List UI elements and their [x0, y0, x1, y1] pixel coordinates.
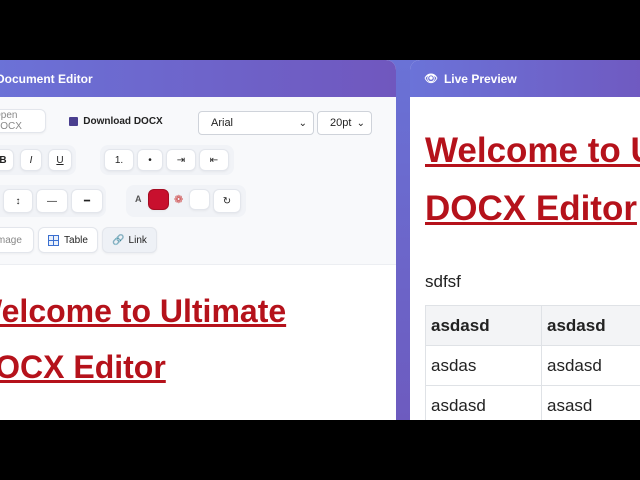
open-docx-button[interactable]: Open DOCX	[0, 109, 46, 133]
editor-toolbar: Open DOCX Download DOCX Arial ⌄ 20pt ⌄ B…	[0, 97, 396, 265]
preview-title: Live Preview	[443, 71, 517, 86]
preview-table: asdasd asdasd asdas asdasd asdasd asasd	[425, 305, 640, 426]
insert-image-button[interactable]: Image	[0, 227, 34, 253]
link-icon: 🔗	[112, 234, 125, 246]
text-color-label: A	[135, 194, 142, 204]
ordered-list-button[interactable]: 1.	[104, 149, 134, 171]
table-header-row: asdasd asdasd	[425, 305, 640, 346]
floppy-icon	[69, 116, 79, 126]
preview-paragraph: sdfsf	[425, 272, 461, 291]
insert-image-label: Image	[0, 234, 22, 246]
open-docx-label: Open DOCX	[0, 110, 22, 132]
table-header-cell: asdasd	[541, 305, 640, 346]
preview-heading-line2: DOCX Editor	[425, 189, 637, 228]
underline-label: U	[56, 154, 64, 166]
bullet-list-label: •	[148, 154, 152, 166]
editor-heading-line2: DOCX Editor	[0, 349, 166, 385]
table-row: asdas asdasd	[425, 345, 640, 386]
insert-table-button[interactable]: Table	[38, 227, 98, 253]
download-docx-label: Download DOCX	[83, 115, 163, 127]
hr-thick-button[interactable]: ━	[71, 189, 103, 213]
line-height-button[interactable]: ↕	[3, 189, 33, 213]
insert-table-label: Table	[64, 234, 88, 246]
hr-thin-button[interactable]: ―	[36, 189, 68, 213]
preview-heading: Welcome to Ultimate DOCX Editor	[425, 122, 640, 238]
ordered-list-label: 1.	[114, 154, 124, 166]
eye-icon: 👁	[424, 73, 438, 85]
font-size-value: 20pt	[330, 117, 352, 129]
hr-thin-icon: ―	[47, 195, 57, 207]
preview-panel: 👁 Live Preview Welcome to Ultimate DOCX …	[410, 60, 640, 480]
insert-link-label: Link	[128, 234, 147, 246]
table-icon	[48, 234, 60, 246]
table-cell: asdasd	[541, 345, 640, 386]
download-docx-button[interactable]: Download DOCX	[58, 109, 174, 133]
indent-icon: ⇥	[176, 154, 186, 166]
reset-format-button[interactable]: ↻	[213, 189, 241, 213]
table-cell: asdas	[425, 345, 542, 386]
table-header-cell: asdasd	[425, 305, 542, 346]
editor-header: Document Editor	[0, 60, 396, 97]
preview-heading-line1: Welcome to Ultimate	[425, 131, 640, 170]
indent-button[interactable]: ⇥	[166, 149, 196, 171]
italic-label: I	[29, 154, 33, 166]
italic-button[interactable]: I	[20, 149, 42, 171]
chevron-down-icon: ⌄	[356, 117, 365, 129]
hr-thick-icon: ━	[83, 195, 91, 207]
letterbox-bottom	[0, 420, 640, 480]
bold-label: B	[0, 154, 7, 166]
editor-panel: Document Editor Open DOCX Download DOCX …	[0, 60, 396, 480]
preview-header: 👁 Live Preview	[410, 60, 640, 97]
editor-title: Document Editor	[0, 72, 93, 86]
editor-heading[interactable]: Welcome to Ultimate DOCX Editor	[0, 283, 286, 395]
highlight-color-swatch[interactable]	[189, 189, 210, 210]
reset-icon: ↻	[222, 195, 232, 207]
underline-button[interactable]: U	[48, 149, 72, 171]
text-color-swatch[interactable]	[148, 189, 169, 210]
palette-icon[interactable]: ❁	[174, 193, 183, 206]
bold-button[interactable]: B	[0, 149, 14, 171]
font-family-select[interactable]: Arial ⌄	[198, 111, 314, 135]
font-family-value: Arial	[211, 117, 234, 129]
chevron-down-icon: ⌄	[298, 117, 307, 129]
outdent-button[interactable]: ⇤	[199, 149, 229, 171]
font-size-select[interactable]: 20pt ⌄	[317, 111, 372, 135]
outdent-icon: ⇤	[209, 154, 219, 166]
line-height-icon: ↕	[15, 195, 21, 207]
insert-link-button[interactable]: 🔗 Link	[102, 227, 157, 253]
editor-heading-line1: Welcome to Ultimate	[0, 293, 287, 329]
bullet-list-button[interactable]: •	[137, 149, 163, 171]
